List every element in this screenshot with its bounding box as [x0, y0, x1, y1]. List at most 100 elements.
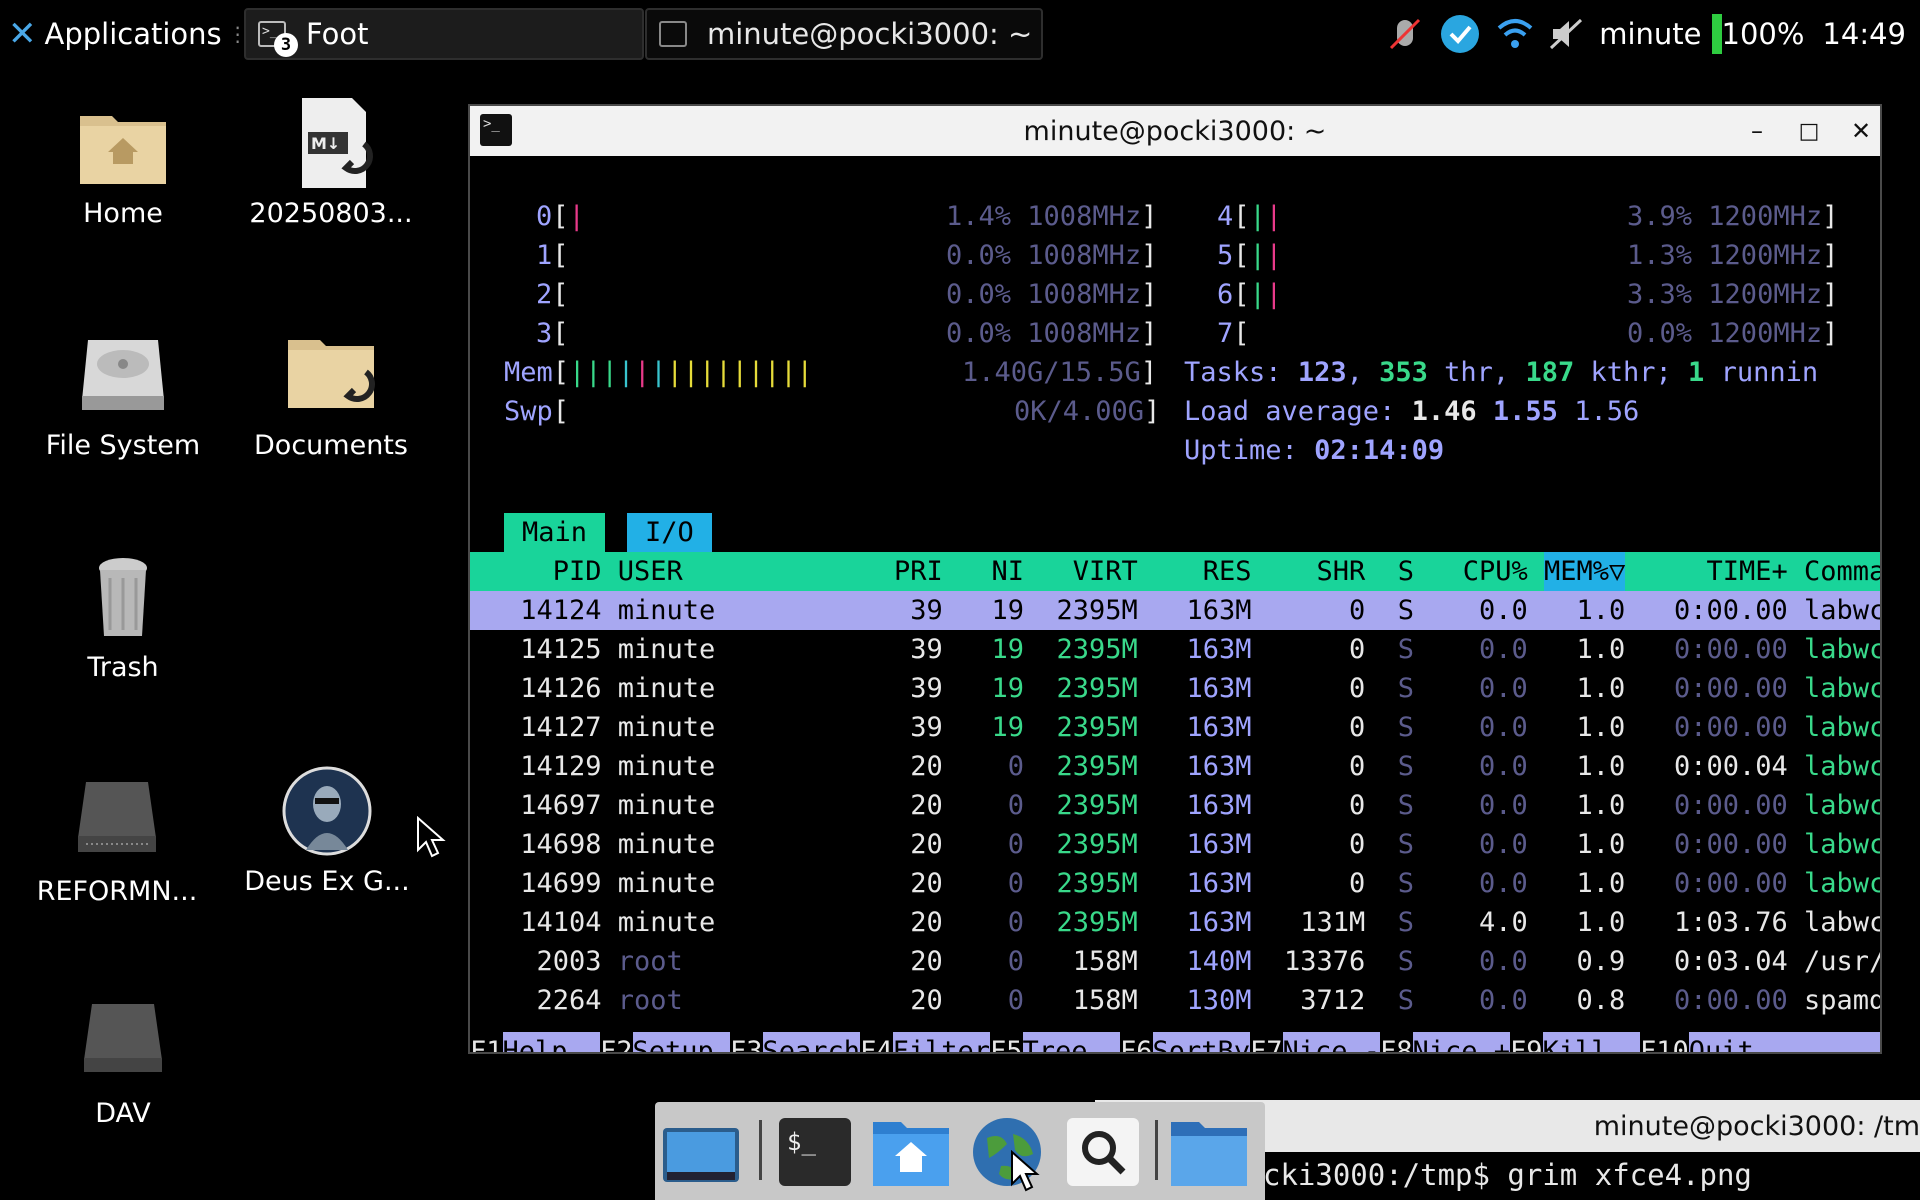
table-row[interactable]: 14124 minute 39 19 2395M 163M 0 S 0.0 1.0 0:00.00 l… — [470, 591, 1880, 630]
cell-ni: 0 — [1007, 790, 1024, 821]
cell-virt: 2395M — [1056, 595, 1138, 626]
battery-percent[interactable]: 100% — [1722, 17, 1805, 51]
cpu-meter-3: 3[ — [536, 318, 569, 349]
volume-muted-icon[interactable] — [1549, 16, 1585, 52]
desktop-icon-trash[interactable]: Trash — [28, 552, 218, 683]
desktop-icon-home[interactable]: Home — [28, 98, 218, 229]
table-row[interactable]: 14104 minute 20 0 2395M 163M 131M S 4.0 1.0 1:03.7… — [470, 903, 1880, 942]
column-header-pri[interactable]: PRI — [878, 552, 943, 591]
cell-time: 0:00.00 — [1673, 868, 1788, 899]
close-button[interactable]: ✕ — [1846, 116, 1876, 146]
cell-state: S — [1397, 751, 1414, 782]
cell-res: 163M — [1186, 868, 1252, 899]
cpu-meter-1: 1[ — [536, 240, 569, 271]
cpu-meter-3-value: 0.0% 1008MHz] — [946, 318, 1158, 349]
desktop-icon-documents[interactable]: Documents — [236, 330, 426, 461]
battery-icon[interactable] — [1711, 14, 1722, 54]
fkey-f8[interactable]: F8 — [1380, 1032, 1413, 1052]
fkey-f7[interactable]: F7 — [1250, 1032, 1283, 1052]
column-header-pid[interactable]: PID — [504, 552, 602, 591]
cell-time: 0:00.00 — [1673, 985, 1788, 1016]
clock[interactable]: 14:49 — [1822, 17, 1906, 51]
fkey-f6[interactable]: F6 — [1120, 1032, 1153, 1052]
tasks-meter: Tasks: 123, 353 thr, 187 kthr; 1 runnin — [1184, 357, 1819, 388]
fkey-f2[interactable]: F2 — [600, 1032, 633, 1052]
desktop-icon-label: 20250803... — [249, 198, 413, 229]
fkey-label[interactable]: Quit — [1688, 1032, 1787, 1052]
fkey-label[interactable]: Nice - — [1282, 1032, 1380, 1052]
fkey-f5[interactable]: F5 — [990, 1032, 1023, 1052]
desktop-icon-label: Documents — [254, 430, 408, 461]
cell-time: 0:00.00 — [1673, 673, 1788, 704]
desktop-icon-filesystem[interactable]: File System — [28, 330, 218, 461]
cell-virt: 2395M — [1056, 829, 1138, 860]
table-row[interactable]: 2003 root 20 0 158M 140M 13376 S 0.0 0.9 0:03.04/u… — [470, 942, 1880, 981]
home-icon[interactable] — [871, 1114, 951, 1190]
fkey-label[interactable]: Search — [762, 1032, 860, 1052]
show-desktop-icon[interactable] — [661, 1114, 741, 1190]
cpu-meter-5: 5[|| — [1217, 240, 1283, 271]
fkey-label[interactable]: Filter — [892, 1032, 990, 1052]
applications-menu[interactable]: ✕ Applications ⋮ — [8, 0, 248, 68]
maximize-button[interactable]: □ — [1794, 116, 1824, 146]
table-row[interactable]: 14698 minute 20 0 2395M 163M 0 S 0.0 1.0 0:00.00 la… — [470, 825, 1880, 864]
user-name[interactable]: minute — [1599, 17, 1701, 51]
table-row[interactable]: 14699 minute 20 0 2395M 163M 0 S 0.0 1.0 0:00.00 la… — [470, 864, 1880, 903]
tab-io[interactable]: I/O — [627, 513, 712, 552]
table-row[interactable]: 14125 minute 39 19 2395M 163M 0 S 0.0 1.0 0:00.00 l… — [470, 630, 1880, 669]
fkey-f9[interactable]: F9 — [1510, 1032, 1543, 1052]
column-header-mem[interactable]: MEM%▽ — [1544, 552, 1625, 591]
desktop-icon-deusex[interactable]: Deus Ex G... — [232, 766, 422, 897]
fkey-f1[interactable]: F1 — [470, 1032, 503, 1052]
table-row[interactable]: 2264 root 20 0 158M 130M 3712 S 0.0 0.8 0:00.00 spa… — [470, 981, 1880, 1020]
cell-cpu: 0.0 — [1478, 829, 1528, 860]
cell-time: 1:03.76 — [1673, 907, 1788, 938]
column-header-virt[interactable]: VIRT — [1040, 552, 1138, 591]
mouse-disabled-icon[interactable] — [1385, 14, 1425, 54]
cell-user: minute — [617, 907, 716, 938]
desktop-icon-dav[interactable]: DAV — [28, 998, 218, 1129]
column-header-cpu[interactable]: CPU% — [1430, 552, 1528, 591]
column-header-command[interactable]: Command — [1804, 552, 1880, 591]
cell-cpu: 0.0 — [1478, 595, 1528, 626]
taskbar-label: minute@pocki3000: ~ — [707, 17, 1033, 51]
table-row[interactable]: 14129 minute 20 0 2395M 163M 0 S 0.0 1.0 0:00.04 la… — [470, 747, 1880, 786]
taskbar-button-foot[interactable]: >_ 3 Foot — [244, 8, 644, 60]
fkey-f3[interactable]: F3 — [730, 1032, 763, 1052]
window-titlebar[interactable]: >_ minute@pocki3000: ~ – □ ✕ — [470, 106, 1880, 156]
fkey-f4[interactable]: F4 — [860, 1032, 893, 1052]
column-header-user[interactable]: USER — [618, 552, 764, 591]
minimize-button[interactable]: – — [1742, 116, 1772, 146]
column-header-shr[interactable]: SHR — [1268, 552, 1365, 591]
table-row[interactable]: 14697 minute 20 0 2395M 163M 0 S 0.0 1.0 0:00.00 la… — [470, 786, 1880, 825]
cell-mem: 1.0 — [1576, 751, 1626, 782]
fkey-label[interactable]: Setup — [632, 1032, 730, 1052]
tab-main[interactable]: Main — [504, 513, 606, 552]
column-header-ni[interactable]: NI — [959, 552, 1024, 591]
terminal-window[interactable]: >_ minute@pocki3000: ~ – □ ✕ 0[| 1.4% 10… — [468, 104, 1882, 1054]
cell-ni: 19 — [991, 712, 1024, 743]
search-icon[interactable] — [1063, 1114, 1143, 1190]
column-header-time[interactable]: TIME+ — [1625, 552, 1787, 591]
files-icon[interactable] — [1169, 1114, 1249, 1190]
cell-res: 163M — [1186, 595, 1252, 626]
desktop-icon-markdown[interactable]: M↓ 20250803... — [236, 98, 426, 229]
column-header-state[interactable]: S — [1382, 552, 1414, 591]
cpu-meter-0-value: 1.4% 1008MHz] — [946, 201, 1158, 232]
fkey-f10[interactable]: F10 — [1640, 1032, 1689, 1052]
fkey-label[interactable]: SortBy — [1152, 1032, 1250, 1052]
table-row[interactable]: 14126 minute 39 19 2395M 163M 0 S 0.0 1.0 0:00.00 l… — [470, 669, 1880, 708]
desktop-icon-reformn[interactable]: REFORMN... — [22, 776, 212, 907]
cell-virt: 2395M — [1056, 751, 1138, 782]
fkey-label[interactable]: Tree — [1022, 1032, 1120, 1052]
terminal-icon[interactable]: $_ — [775, 1114, 855, 1190]
fkey-label[interactable]: Nice + — [1412, 1032, 1510, 1052]
column-header-res[interactable]: RES — [1154, 552, 1252, 591]
kde-connect-icon[interactable] — [1439, 13, 1481, 55]
wifi-icon[interactable] — [1495, 16, 1535, 52]
fkey-label[interactable]: Kill — [1542, 1032, 1640, 1052]
taskbar-button-terminal[interactable]: minute@pocki3000: ~ — [645, 8, 1043, 60]
fkey-label[interactable]: Help — [502, 1032, 600, 1052]
table-row[interactable]: 14127 minute 39 19 2395M 163M 0 S 0.0 1.0 0:00.00 l… — [470, 708, 1880, 747]
htop-screen[interactable]: 0[| 1.4% 1008MHz] 1[ 0.0% 1008MHz] 2[ 0.… — [470, 156, 1880, 1052]
